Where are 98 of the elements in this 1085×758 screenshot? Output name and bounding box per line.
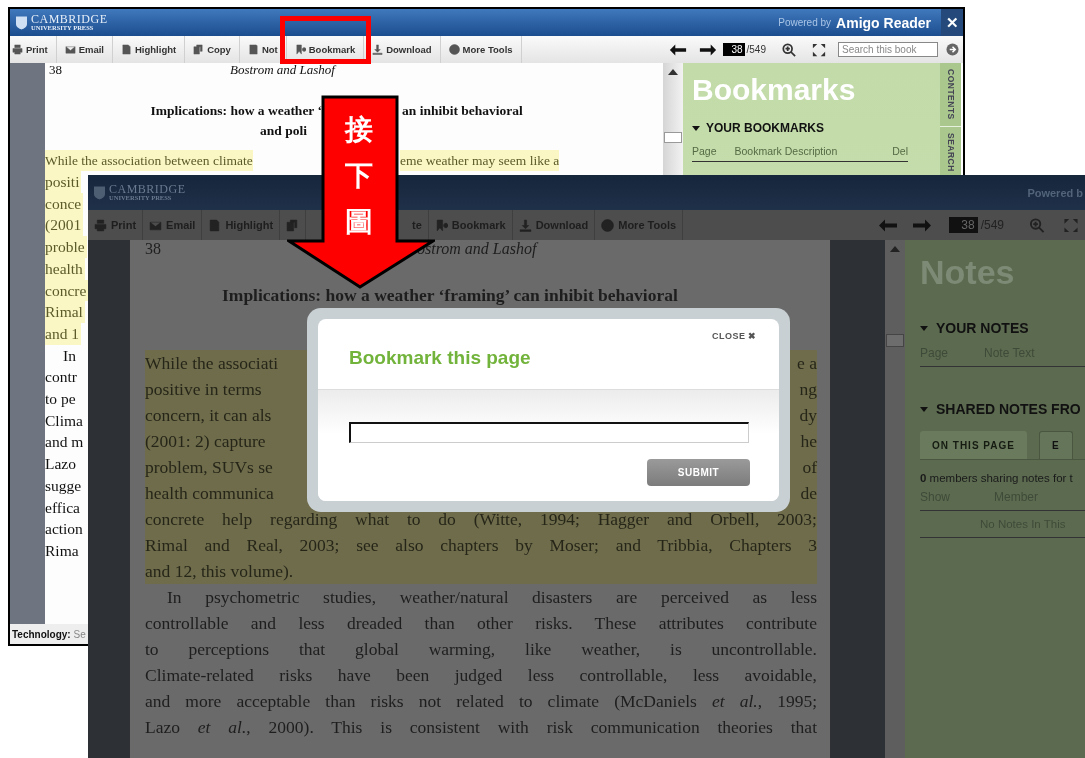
heading-text: Implications: how a weather ‘ — [150, 102, 322, 120]
body-text: While the association between climate — [45, 150, 253, 171]
page-number-field[interactable]: 38 — [949, 217, 978, 233]
footer-text: Technology: Se — [12, 628, 86, 640]
tab[interactable]: ON THIS PAGE — [920, 431, 1027, 459]
body-text: Rima — [45, 540, 80, 561]
body-text: to pe — [45, 389, 77, 410]
body-text: concrete help regarding what to do (Witte, 1994; Hagger and Orbell, 2003; — [145, 508, 817, 531]
close-button[interactable]: ✕ — [941, 9, 963, 36]
members-text: 0 members sharing notes for t — [920, 472, 1074, 484]
body-text: he — [800, 430, 817, 453]
body-text: and m — [45, 432, 85, 453]
printer-icon — [12, 44, 23, 55]
logo-text: CAMBRIDGE — [109, 183, 186, 196]
body-text: eme weather may seem like a — [400, 150, 560, 171]
column-header: Page — [692, 145, 717, 157]
body-text: contr — [45, 367, 78, 388]
body-text: Rimal — [45, 301, 85, 323]
collapse-triangle-icon[interactable] — [692, 125, 700, 131]
body-text: positi — [45, 171, 82, 193]
body-text: and more acceptable than risks not related to climate (McDaniels et al., 1995; — [145, 690, 817, 713]
zoom-in-icon[interactable] — [780, 42, 798, 57]
body-text: health — [45, 257, 85, 280]
column-header: Bookmark Description — [734, 145, 838, 157]
go-icon[interactable] — [946, 43, 959, 56]
body-text: de — [800, 482, 817, 505]
heading-text: an inhibit behavioral — [402, 102, 524, 120]
back-arrow-icon[interactable] — [669, 42, 688, 57]
body-text: to perceptions that global warming, like weather, is uncontrollable. — [145, 638, 817, 661]
page-number: 38 — [49, 63, 62, 77]
body-text: Lazo et al., 2000). This is consistent with risk communication theories that — [145, 716, 817, 739]
shield-icon — [94, 185, 105, 200]
copy-icon — [193, 44, 205, 55]
body-text: Climate-related risks have been judged less controllable, less avoidable, — [145, 664, 817, 687]
close-button[interactable]: CLOSE ✖ — [712, 331, 757, 341]
page-number-field[interactable]: 38 — [723, 43, 745, 56]
bookmark-input[interactable] — [349, 422, 749, 443]
section-heading: YOUR NOTES — [936, 320, 1029, 336]
envelope-icon — [64, 44, 76, 55]
body-text: and 1 — [45, 322, 81, 345]
body-text: concern, it can als — [145, 404, 272, 427]
copy-icon — [286, 218, 300, 232]
download-icon — [518, 218, 532, 232]
page-icon — [247, 44, 259, 55]
dialog-title: Bookmark this page — [349, 347, 531, 369]
body-text: controllable and less dreaded than other risks. These attributes contribute — [145, 612, 817, 635]
body-text: e a — [797, 352, 817, 375]
arrow-label: 接下圖 — [345, 112, 373, 241]
search-field[interactable]: Search this book — [838, 42, 938, 57]
scrollbar-thumb[interactable] — [664, 132, 682, 143]
bookmark-icon — [434, 218, 448, 232]
body-text: Lazo — [45, 454, 77, 475]
heading-text: and poli — [260, 123, 307, 138]
brand-name: Amigo Reader — [836, 14, 931, 31]
body-text: Clima — [45, 410, 84, 431]
body-text: concre — [45, 279, 89, 302]
body-text: proble — [45, 236, 87, 258]
column-header: Del — [892, 145, 908, 157]
page-number: 38 — [145, 240, 161, 258]
toolbar-button[interactable]: Bookmark — [286, 36, 365, 63]
powered-by-text: Powered b — [1027, 186, 1083, 199]
body-text: While the associati — [145, 352, 279, 375]
section-heading: SHARED NOTES FRO — [936, 401, 1081, 417]
side-tab[interactable]: CONTENTS — [940, 63, 961, 127]
forward-arrow-icon[interactable] — [699, 42, 718, 57]
body-text: sugge — [45, 475, 83, 496]
panel-title: Bookmarks — [692, 73, 857, 107]
tab[interactable]: E — [1038, 431, 1073, 459]
scrollbar[interactable] — [885, 240, 905, 758]
shield-icon — [16, 15, 27, 30]
submit-button[interactable]: SUBMIT — [647, 459, 750, 486]
body-text: and 12, this volume). — [145, 560, 295, 583]
body-text: dy — [799, 404, 817, 427]
powered-by-text: Powered by — [778, 17, 832, 28]
body-text: action — [45, 519, 84, 540]
body-text: positive in terms — [145, 378, 262, 401]
section-heading: YOUR BOOKMARKS — [706, 121, 824, 135]
logo-text: CAMBRIDGE — [31, 13, 108, 26]
body-text: (2001: 2) capture — [145, 430, 266, 453]
body-text: Rimal and Real, 2003; see also chapters by Moser; and Tribbia, Chapters 3 — [145, 534, 817, 557]
bookmark-icon — [294, 44, 306, 55]
download-icon — [372, 44, 384, 55]
printer-icon — [94, 218, 107, 232]
heading-text: Implications: how a weather ‘framing’ can inhibit behavioral — [222, 285, 678, 305]
body-text: In — [63, 345, 77, 366]
body-text: health communica — [145, 482, 274, 505]
body-text: (2001 — [45, 214, 84, 237]
scrollbar-thumb[interactable] — [886, 334, 904, 347]
body-text: effica — [45, 497, 81, 518]
body-text: problem, SUVs se — [145, 456, 273, 479]
running-head: Bostrom and Lashof — [230, 63, 335, 77]
body-text: ng — [799, 378, 817, 401]
body-text: In psychometric studies, weather/natural disasters are perceived as less — [166, 586, 817, 609]
body-text: of — [802, 456, 817, 479]
body-text: conce — [45, 192, 84, 215]
fullscreen-icon[interactable] — [810, 42, 828, 57]
page-total: /549 — [746, 44, 766, 55]
scroll-up-icon[interactable] — [668, 69, 678, 75]
